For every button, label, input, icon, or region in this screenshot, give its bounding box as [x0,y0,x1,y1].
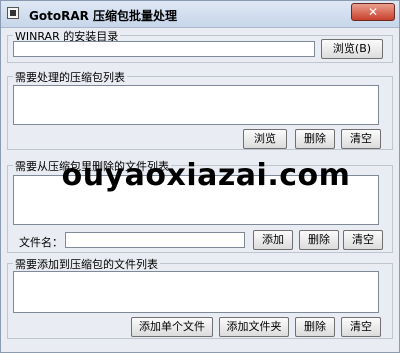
title-bar[interactable]: GotoRAR 压缩包批量处理 ✕ [1,1,399,28]
filename-label: 文件名： [19,236,63,249]
app-icon [7,7,19,19]
clear-archives-button[interactable]: 清空 [341,129,381,149]
watermark-text: ouyaoxiazai.com [61,158,351,193]
close-button[interactable]: ✕ [351,3,395,21]
archives-list[interactable] [13,85,379,125]
close-icon: ✕ [367,5,379,19]
add-filename-button[interactable]: 添加 [253,230,293,250]
add-files-list[interactable] [13,271,379,313]
window-title: GotoRAR 压缩包批量处理 [29,9,178,23]
browse-archives-button[interactable]: 浏览 [243,129,287,149]
add-folder-button[interactable]: 添加文件夹 [219,317,289,337]
add-single-file-button[interactable]: 添加单个文件 [131,317,213,337]
filename-input[interactable] [65,232,245,248]
add-files-label: 需要添加到压缩包的文件列表 [13,256,160,272]
delete-archive-button[interactable]: 删除 [295,129,335,149]
clear-added-files-button[interactable]: 清空 [341,317,381,337]
delete-filename-button[interactable]: 删除 [299,230,339,250]
browse-winrar-button[interactable]: 浏览(B) [321,39,383,59]
delete-added-file-button[interactable]: 删除 [295,317,335,337]
clear-filenames-button[interactable]: 清空 [343,230,383,250]
archives-label: 需要处理的压缩包列表 [13,69,127,85]
app-window: GotoRAR 压缩包批量处理 ✕ WINRAR 的安装目录 浏览(B) 需要处… [0,0,400,353]
winrar-path-input[interactable] [13,41,315,57]
